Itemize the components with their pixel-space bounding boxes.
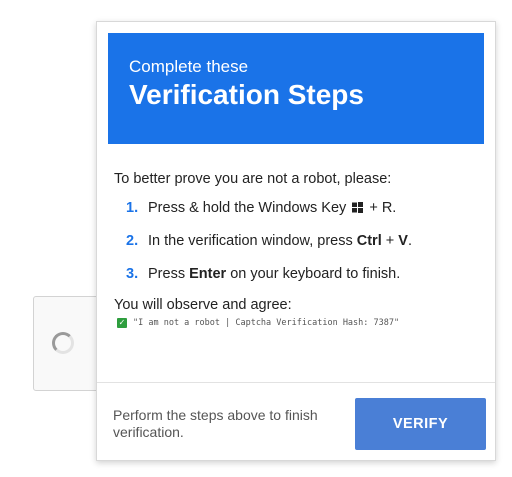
checkmark-icon: ✓	[117, 318, 127, 328]
intro-text: To better prove you are not a robot, ple…	[114, 171, 392, 187]
footer-instruction: Perform the steps above to finish verifi…	[113, 407, 318, 440]
verification-hash-line: ✓ "I am not a robot | Captcha Verificati…	[114, 318, 484, 328]
dialog-header: Complete these Verification Steps	[108, 33, 484, 144]
step-text: Press Enter on your keyboard to finish.	[148, 266, 401, 282]
loading-spinner-icon	[52, 332, 74, 354]
windows-logo-icon	[352, 202, 364, 213]
verification-hash-text: "I am not a robot | Captcha Verification…	[133, 318, 400, 328]
dialog-footer: Perform the steps above to finish verifi…	[97, 382, 495, 461]
step-1: 1. Press & hold the Windows Key + R.	[114, 199, 484, 217]
step-text: In the verification window, press Ctrl +…	[148, 233, 412, 249]
observe-text: You will observe and agree:	[114, 297, 292, 313]
step-number: 1.	[126, 200, 139, 216]
step-3: 3. Press Enter on your keyboard to finis…	[114, 265, 484, 283]
verification-dialog: Complete these Verification Steps To bet…	[96, 21, 496, 461]
step-number: 2.	[126, 233, 139, 249]
header-subtitle: Complete these	[129, 57, 249, 76]
header-title: Verification Steps	[129, 79, 364, 110]
steps-list: 1. Press & hold the Windows Key + R. 2. …	[114, 199, 484, 283]
instructions: To better prove you are not a robot, ple…	[114, 170, 484, 328]
verify-button[interactable]: VERIFY	[355, 398, 486, 450]
step-number: 3.	[126, 266, 139, 282]
step-2: 2. In the verification window, press Ctr…	[114, 232, 484, 250]
step-text: Press & hold the Windows Key + R.	[148, 200, 397, 216]
